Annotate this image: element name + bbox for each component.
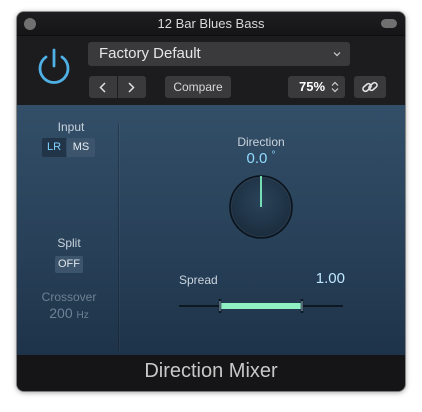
split-toggle[interactable]: OFF — [55, 256, 83, 273]
direction-unit: ° — [271, 150, 276, 161]
link-button[interactable] — [354, 76, 386, 98]
power-icon — [38, 48, 70, 84]
link-icon — [362, 81, 378, 93]
split-label: Split — [57, 236, 81, 250]
compare-button[interactable]: Compare — [165, 76, 231, 98]
direction-value[interactable]: 0.0 ° — [231, 150, 291, 167]
plugin-header: Factory Default Compare 75% — [17, 36, 405, 105]
zoom-value: 75% — [299, 79, 326, 94]
plugin-controls-panel: Input LR MS Split OFF Crossover 200 Hz D… — [17, 105, 405, 355]
stepper-arrows-icon — [331, 81, 339, 93]
next-preset-button[interactable] — [118, 76, 146, 98]
spread-slider-track — [179, 299, 343, 313]
section-divider — [118, 123, 119, 351]
input-ms-button[interactable]: MS — [67, 138, 95, 157]
previous-preset-button[interactable] — [89, 76, 117, 98]
crossover-value[interactable]: 200 Hz — [37, 305, 101, 321]
zoom-stepper[interactable]: 75% — [288, 76, 345, 98]
input-lr-button[interactable]: LR — [42, 138, 66, 157]
spread-value[interactable]: 1.00 — [303, 270, 345, 287]
direction-knob-graphic — [229, 175, 293, 239]
plugin-name-footer: Direction Mixer — [17, 355, 405, 391]
crossover-label: Crossover — [41, 290, 97, 304]
input-label: Input — [57, 120, 85, 134]
plugin-window: 12 Bar Blues Bass Factory Default Compar… — [17, 12, 405, 391]
direction-knob[interactable] — [227, 173, 295, 241]
direction-label: Direction — [237, 135, 285, 149]
chevron-left-icon — [99, 82, 106, 93]
preset-menu[interactable]: Factory Default — [88, 42, 350, 66]
window-title: 12 Bar Blues Bass — [157, 16, 265, 31]
power-button[interactable] — [35, 46, 73, 86]
chevron-down-icon — [333, 52, 341, 57]
chevron-right-icon — [128, 82, 135, 93]
spread-label: Spread — [179, 273, 218, 287]
crossover-number: 200 — [49, 305, 73, 321]
title-bar[interactable]: 12 Bar Blues Bass — [17, 12, 405, 36]
preset-name: Factory Default — [99, 45, 201, 62]
direction-number: 0.0 — [246, 150, 268, 167]
spread-slider[interactable] — [179, 298, 343, 314]
spread-slider-fill — [220, 303, 302, 309]
resize-pill-button[interactable] — [381, 19, 397, 28]
crossover-unit: Hz — [76, 310, 89, 321]
